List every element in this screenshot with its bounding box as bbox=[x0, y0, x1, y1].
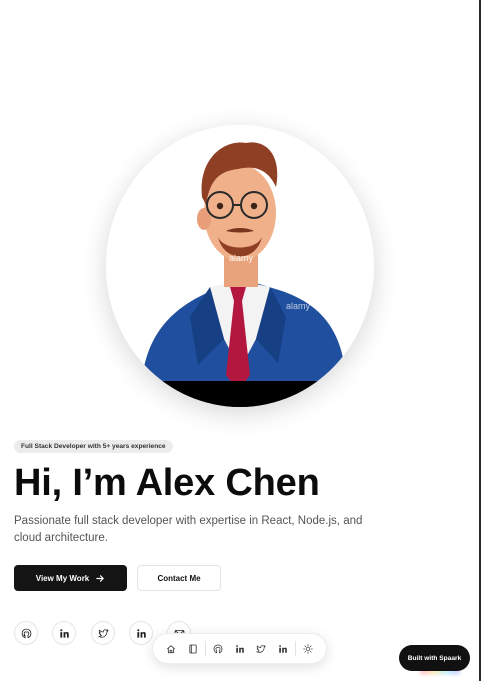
view-my-work-label: View My Work bbox=[35, 573, 90, 583]
watermark-text: alamy bbox=[229, 253, 254, 263]
page-title: Hi, I’m Alex Chen bbox=[14, 462, 320, 504]
bottom-dock bbox=[152, 633, 327, 664]
home-icon bbox=[166, 644, 175, 653]
social-linkedin-button-2[interactable] bbox=[129, 621, 153, 645]
github-icon bbox=[21, 628, 31, 638]
view-my-work-button[interactable]: View My Work bbox=[14, 565, 127, 591]
dock-divider-2 bbox=[295, 641, 297, 656]
built-with-spaark-label: Built with Spaark bbox=[407, 654, 462, 662]
experience-badge: Full Stack Developer with 5+ years exper… bbox=[14, 440, 173, 453]
notebook-icon bbox=[189, 644, 197, 653]
built-with-spaark-button[interactable]: Built with Spaark bbox=[399, 645, 470, 671]
hero-subtitle: Passionate full stack developer with exp… bbox=[14, 515, 363, 544]
avatar-illustration: alamy alamy bbox=[106, 125, 374, 407]
dock-divider bbox=[204, 641, 206, 656]
linkedin-icon bbox=[136, 628, 146, 638]
linkedin-icon bbox=[279, 644, 288, 653]
twitter-icon bbox=[256, 644, 266, 653]
contact-me-label: Contact Me bbox=[157, 573, 201, 583]
dock-linkedin-button-2[interactable] bbox=[272, 637, 294, 660]
linkedin-icon bbox=[59, 628, 69, 638]
dock-notebook-button[interactable] bbox=[182, 637, 204, 660]
arrow-right-icon bbox=[96, 574, 105, 582]
social-linkedin-button[interactable] bbox=[52, 621, 76, 645]
watermark-text-2: alamy bbox=[286, 301, 311, 311]
github-icon bbox=[213, 644, 223, 653]
social-twitter-button[interactable] bbox=[91, 621, 115, 645]
dock-twitter-button[interactable] bbox=[250, 637, 272, 660]
dock-github-button[interactable] bbox=[207, 637, 229, 660]
profile-avatar: alamy alamy bbox=[106, 125, 374, 407]
sun-icon bbox=[303, 643, 313, 654]
twitter-icon bbox=[97, 628, 108, 638]
linkedin-icon bbox=[235, 644, 244, 653]
dock-linkedin-button[interactable] bbox=[229, 637, 251, 660]
portfolio-page: alamy alamy Full Stack Developer with 5+… bbox=[0, 0, 481, 681]
dock-theme-toggle[interactable] bbox=[297, 637, 319, 660]
dock-home-button[interactable] bbox=[160, 637, 182, 660]
social-github-button[interactable] bbox=[14, 621, 38, 645]
contact-me-button[interactable]: Contact Me bbox=[137, 565, 221, 591]
